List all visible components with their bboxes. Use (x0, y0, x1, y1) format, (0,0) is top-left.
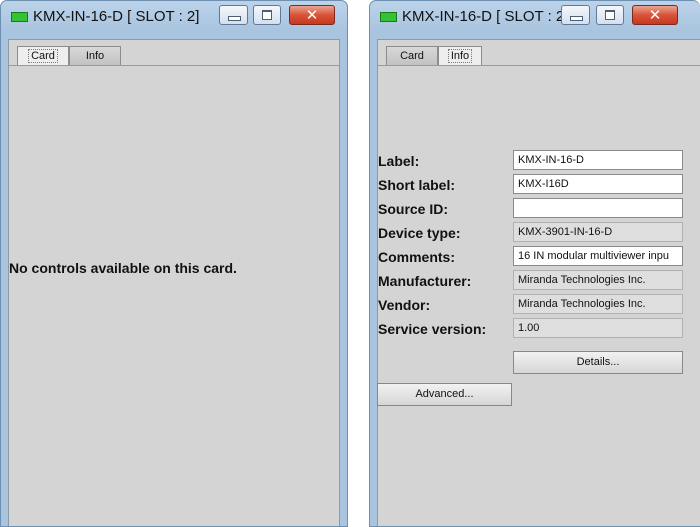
maximize-icon (262, 10, 272, 20)
title-bar[interactable]: KMX-IN-16-D [ SLOT : 2] ✕ (370, 1, 700, 32)
window-content: Card Info No controls available on this … (8, 39, 340, 526)
tab-info[interactable]: Info (69, 46, 121, 65)
close-button[interactable]: ✕ (289, 5, 335, 25)
minimize-button[interactable] (219, 5, 248, 25)
details-button[interactable]: Details... (513, 351, 683, 374)
comments-label: Comments: (378, 249, 456, 265)
device-type-label: Device type: (378, 225, 461, 241)
maximize-button[interactable] (596, 5, 624, 25)
maximize-icon (605, 10, 615, 20)
source-id-field[interactable] (513, 198, 683, 218)
tab-info[interactable]: Info (438, 46, 482, 66)
tab-label: Info (85, 50, 105, 62)
maximize-button[interactable] (253, 5, 281, 25)
label-field[interactable]: KMX-IN-16-D (513, 150, 683, 170)
label-label: Label: (378, 153, 420, 169)
tab-divider (378, 65, 700, 66)
card-window-left: KMX-IN-16-D [ SLOT : 2] ✕ Card Info No c… (0, 0, 348, 527)
tab-label: Card (400, 50, 424, 62)
tab-card[interactable]: Card (386, 46, 438, 65)
short-label-label: Short label: (378, 177, 456, 193)
minimize-icon (228, 16, 241, 21)
vendor-field: Miranda Technologies Inc. (513, 294, 683, 314)
card-window-right: KMX-IN-16-D [ SLOT : 2] ✕ Card Info Labe… (369, 0, 700, 527)
manufacturer-field: Miranda Technologies Inc. (513, 270, 683, 290)
no-controls-message: No controls available on this card. (9, 260, 237, 276)
short-label-field[interactable]: KMX-I16D (513, 174, 683, 194)
title-bar[interactable]: KMX-IN-16-D [ SLOT : 2] ✕ (1, 1, 347, 32)
minimize-icon (570, 16, 583, 21)
advanced-button[interactable]: Advanced... (377, 383, 512, 406)
window-title: KMX-IN-16-D [ SLOT : 2] (33, 8, 200, 25)
device-type-field: KMX-3901-IN-16-D (513, 222, 683, 242)
window-title: KMX-IN-16-D [ SLOT : 2] (402, 8, 569, 25)
close-button[interactable]: ✕ (632, 5, 678, 25)
close-icon: ✕ (648, 6, 662, 24)
service-version-field: 1.00 (513, 318, 683, 338)
close-icon: ✕ (305, 6, 319, 24)
comments-field[interactable]: 16 IN modular multiviewer inpu (513, 246, 683, 266)
tab-card[interactable]: Card (17, 46, 69, 66)
window-content: Card Info Label: KMX-IN-16-D Short label… (377, 39, 700, 526)
tab-label: Card (28, 49, 58, 63)
source-id-label: Source ID: (378, 201, 449, 217)
green-module-icon (380, 12, 397, 22)
minimize-button[interactable] (561, 5, 590, 25)
manufacturer-label: Manufacturer: (378, 273, 472, 289)
vendor-label: Vendor: (378, 297, 431, 313)
tab-label: Info (447, 49, 473, 63)
tab-divider (9, 65, 339, 66)
green-module-icon (11, 12, 28, 22)
service-version-label: Service version: (378, 321, 487, 337)
